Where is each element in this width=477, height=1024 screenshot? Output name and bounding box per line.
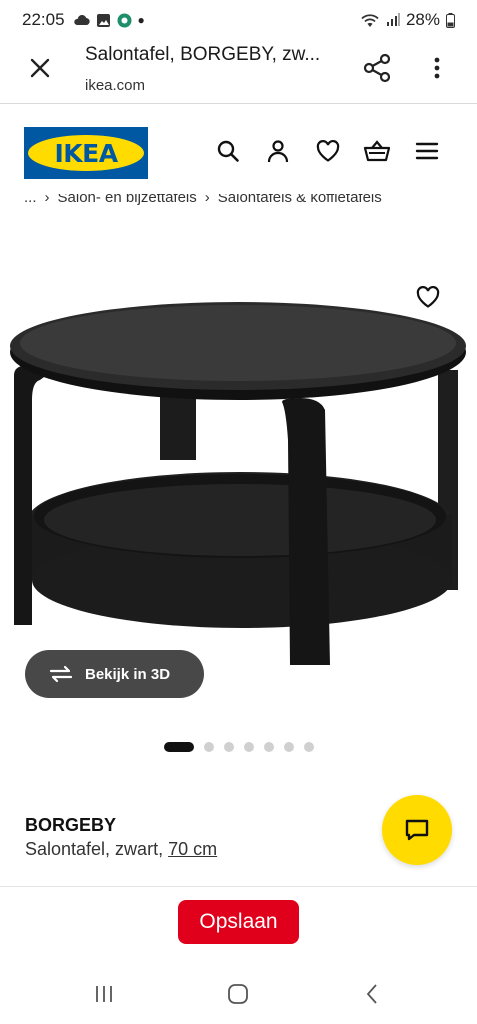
- carousel-dot[interactable]: [204, 742, 214, 752]
- more-vertical-icon: [434, 57, 440, 79]
- tab-url: ikea.com: [85, 77, 146, 94]
- view-in-3d-label: Bekijk in 3D: [85, 665, 171, 683]
- account-button[interactable]: [264, 137, 292, 165]
- cart-button[interactable]: [363, 137, 391, 165]
- product-type: Salontafel, zwart,: [25, 839, 164, 859]
- recent-apps-button[interactable]: [89, 982, 119, 1006]
- more-options-button[interactable]: [424, 50, 450, 86]
- user-icon: [267, 140, 289, 163]
- carousel-dot[interactable]: [304, 742, 314, 752]
- dot-icon: ●: [137, 13, 145, 27]
- breadcrumb: ... › Salon- en bijzettafels › Salontafe…: [24, 194, 382, 216]
- product-size-link[interactable]: 70 cm: [168, 839, 217, 859]
- recent-apps-icon: [96, 986, 112, 1002]
- carousel-dot[interactable]: [244, 742, 254, 752]
- heart-icon: [416, 286, 440, 308]
- save-to-favourites-button[interactable]: [414, 284, 442, 310]
- share-button[interactable]: [359, 50, 395, 86]
- breadcrumb-separator: ›: [204, 194, 210, 206]
- save-bar: Opslaan: [0, 886, 477, 964]
- product-description: Salontafel, zwart, 70 cm: [25, 839, 217, 860]
- image-carousel-indicator: [164, 742, 314, 752]
- carousel-dot-active[interactable]: [164, 742, 194, 752]
- product-name: BORGEBY: [25, 815, 117, 835]
- site-header: IKEA: [0, 104, 477, 194]
- browser-tab-bar: Salontafel, BORGEBY, zw... ikea.com: [0, 40, 477, 104]
- rotate-3d-icon: [49, 665, 73, 683]
- cloud-icon: [73, 15, 90, 26]
- search-icon: [217, 140, 239, 162]
- breadcrumb-ellipsis[interactable]: ...: [24, 194, 37, 216]
- back-icon: [366, 984, 377, 1004]
- back-button[interactable]: [357, 982, 387, 1006]
- share-icon: [363, 53, 391, 83]
- home-button[interactable]: [223, 982, 253, 1006]
- carousel-dot[interactable]: [284, 742, 294, 752]
- close-icon: [30, 58, 50, 78]
- breadcrumb-separator: ›: [44, 194, 50, 206]
- search-button[interactable]: [214, 137, 242, 165]
- ikea-logo[interactable]: IKEA: [24, 127, 148, 179]
- logo-text: IKEA: [54, 138, 118, 168]
- product-image[interactable]: [0, 270, 477, 670]
- battery-icon: [446, 12, 455, 28]
- chat-icon: [405, 819, 429, 841]
- status-bar: 22:05 ● 28%: [0, 0, 477, 40]
- save-button[interactable]: Opslaan: [178, 900, 299, 944]
- basket-icon: [363, 140, 391, 162]
- home-icon: [228, 984, 248, 1004]
- menu-icon: [415, 142, 439, 160]
- signal-icon: [386, 13, 400, 26]
- carousel-dot[interactable]: [224, 742, 234, 752]
- app-notification-icon: [117, 13, 132, 27]
- battery-level: 28%: [405, 10, 440, 29]
- chat-button[interactable]: [382, 795, 452, 865]
- gallery-icon: [96, 13, 110, 27]
- wifi-icon: [361, 13, 379, 27]
- favourites-button[interactable]: [314, 137, 342, 165]
- status-time: 22:05: [22, 10, 65, 29]
- heart-icon: [316, 140, 340, 162]
- close-tab-button[interactable]: [24, 52, 56, 84]
- system-navigation-bar: [0, 964, 477, 1024]
- view-in-3d-button[interactable]: Bekijk in 3D: [25, 650, 204, 698]
- menu-button[interactable]: [413, 137, 441, 165]
- breadcrumb-item-salontafels[interactable]: Salontafels & koffietafels: [218, 194, 382, 216]
- carousel-dot[interactable]: [264, 742, 274, 752]
- breadcrumb-item-salon-bijzettafels[interactable]: Salon- en bijzettafels: [58, 194, 197, 216]
- tab-title: Salontafel, BORGEBY, zw...: [85, 44, 321, 65]
